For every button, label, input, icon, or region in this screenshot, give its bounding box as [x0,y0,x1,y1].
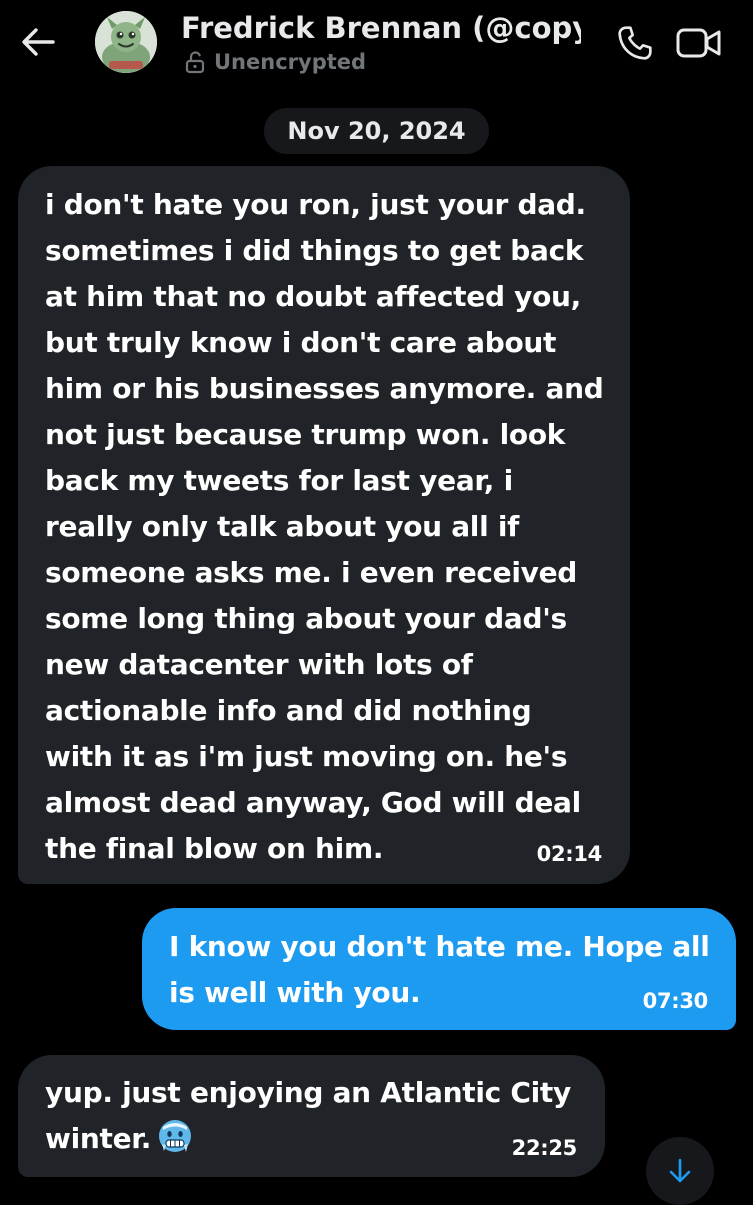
encryption-status-label: Unencrypted [214,50,367,74]
date-separator: Nov 20, 2024 [264,108,489,154]
message-text-line: winter. [45,1116,585,1162]
video-call-button[interactable] [672,20,726,66]
back-button[interactable] [18,22,58,62]
incoming-message[interactable]: i don't hate you ron, just your dad. som… [18,166,630,884]
message-text-line: yup. just enjoying an Atlantic City [45,1076,571,1109]
conversation-header: Fredrick Brennan (@copy... Unencrypted [0,0,753,90]
video-camera-icon [676,28,721,58]
contact-name[interactable]: Fredrick Brennan (@copy... [181,10,581,46]
avatar[interactable] [95,11,157,73]
message-text: I know you don't hate me. Hope all is we… [169,930,710,1009]
cold-face-emoji-icon [157,1118,193,1154]
avatar-image [95,11,157,73]
encryption-status: Unencrypted [183,48,366,76]
scroll-to-bottom-button[interactable] [646,1137,714,1205]
arrow-down-icon [669,1158,691,1183]
message-text-word: winter. [45,1122,152,1155]
message-timestamp: 07:30 [642,989,709,1013]
voice-call-button[interactable] [612,20,658,66]
message-timestamp: 22:25 [511,1136,578,1160]
arrow-left-icon [22,28,55,56]
phone-icon [618,26,652,60]
message-timestamp: 02:14 [536,842,603,866]
outgoing-message[interactable]: I know you don't hate me. Hope all is we… [142,908,736,1030]
unlocked-lock-icon [183,50,207,74]
message-text: i don't hate you ron, just your dad. som… [45,188,604,865]
incoming-message[interactable]: yup. just enjoying an Atlantic City wint… [18,1055,605,1177]
